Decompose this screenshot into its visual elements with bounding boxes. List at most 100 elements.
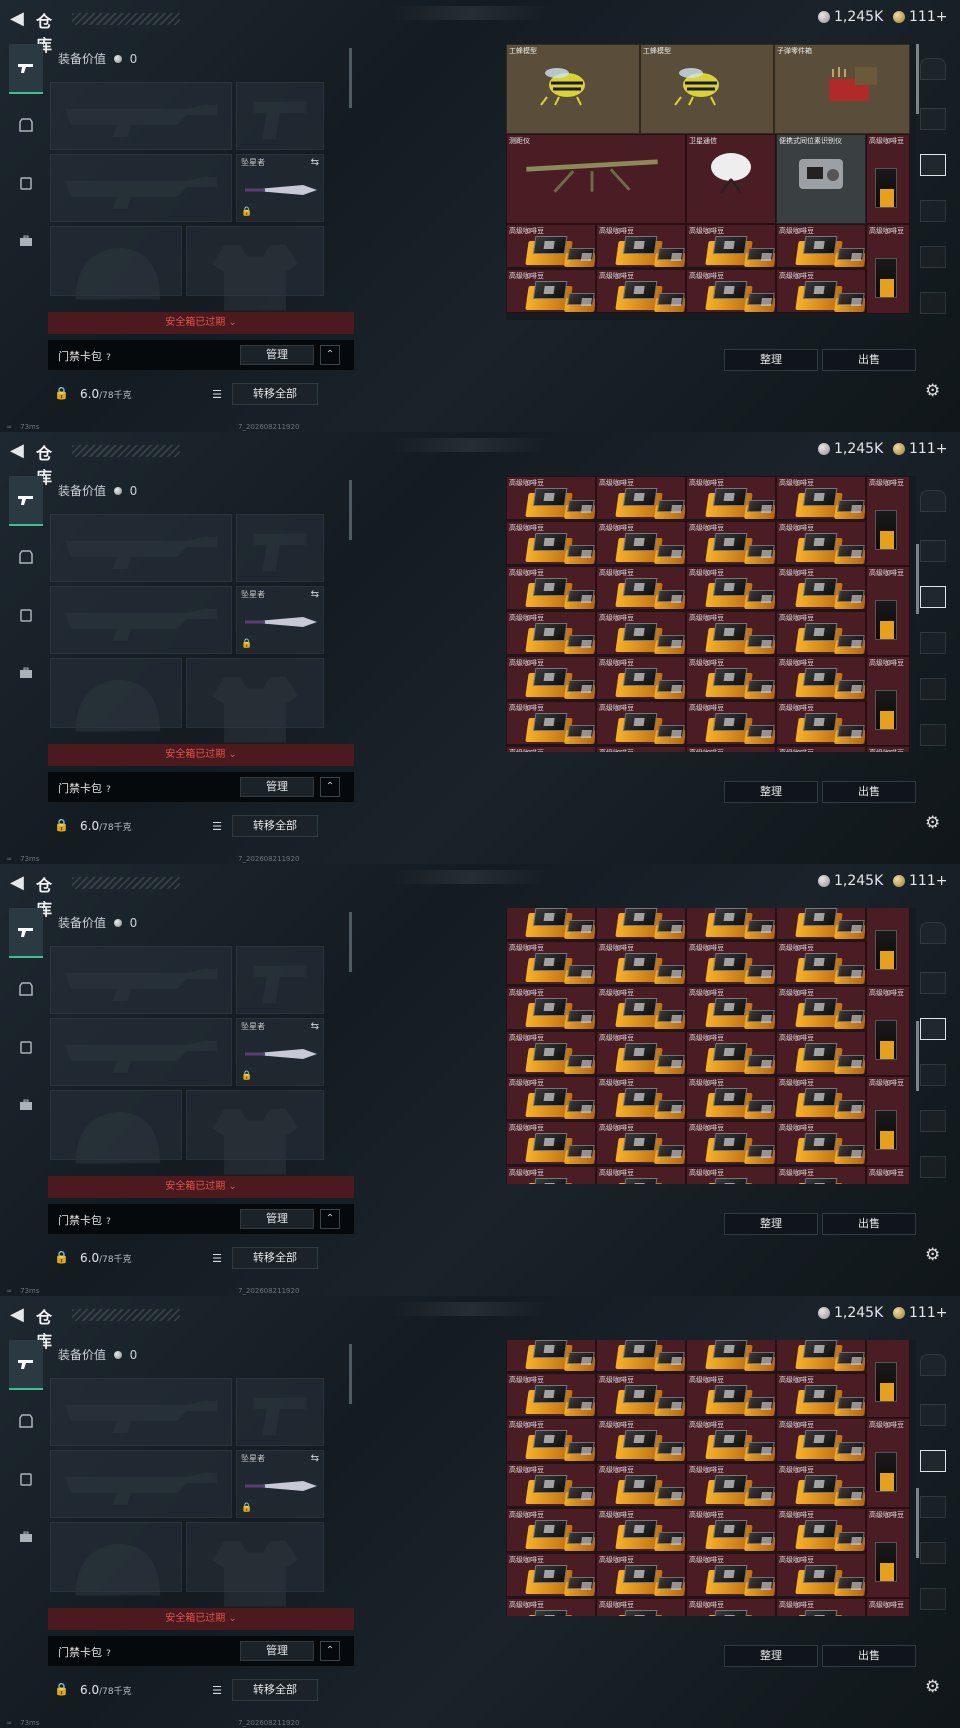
stash-item[interactable]: 高级咖啡豆 [686,611,776,655]
stash-item[interactable]: 高级咖啡豆 [686,908,776,940]
stash-item[interactable]: 高级咖啡豆 [866,566,910,656]
tab-weapons[interactable] [9,44,43,94]
stash-grid[interactable]: 高级咖啡豆 高级咖啡豆 高级咖啡豆 高级咖啡豆 高级咖啡豆 高级咖啡豆 高级咖啡豆 高级咖啡豆… [506,1340,916,1616]
stash-item[interactable]: 高级咖啡豆 [776,1031,866,1075]
stash-grid[interactable]: 高级咖啡豆 高级咖啡豆 高级咖啡豆 高级咖啡豆 高级咖啡豆 高级咖啡豆 高级咖啡豆 高级咖啡豆… [506,908,916,1184]
stash-tab-home[interactable] [920,58,946,80]
helmet-slot[interactable] [50,1522,182,1596]
chevron-up-icon[interactable]: ⌃ [320,1209,340,1229]
safebox-expired-banner[interactable]: 安全箱已过期 ⌄ [48,1608,354,1630]
stash-item[interactable]: 高级咖啡豆 [776,1508,866,1552]
stash-grid[interactable]: 高级咖啡豆 高级咖啡豆 高级咖啡豆 高级咖啡豆 高级咖啡豆 高级咖啡豆 高级咖啡豆 高级咖啡豆… [506,476,916,752]
manage-button[interactable]: 管理 [240,777,314,797]
stash-tab-4[interactable] [920,1064,946,1086]
stash-scrollbar[interactable] [916,1340,919,1616]
stash-tab-2[interactable] [920,1404,946,1426]
stash-item[interactable]: 高级咖啡豆 [686,224,776,268]
list-icon[interactable]: ☰ [208,818,226,836]
vest-slot[interactable] [186,226,324,311]
gold-currency[interactable]: 111+ [893,873,947,889]
transfer-all-button[interactable]: 转移全部 [232,383,318,405]
stash-item[interactable]: 高级咖啡豆 [776,1418,866,1462]
help-icon[interactable]: ? [106,353,111,363]
sell-button[interactable]: 出售 [822,1645,916,1667]
stash-item[interactable]: 高级咖啡豆 [596,1076,686,1120]
stash-tab-2[interactable] [920,540,946,562]
secondary-weapon-slot[interactable] [50,1450,232,1518]
stash-item[interactable]: 高级咖啡豆 [776,224,866,268]
stash-item[interactable]: 高级咖啡豆 [866,746,910,752]
gear-icon[interactable]: ⚙ [925,1245,940,1265]
melee-slot[interactable]: 坠星者 ⇆ 🔒 [236,586,324,654]
melee-slot[interactable]: 坠星者 ⇆ 🔒 [236,1018,324,1086]
stash-item[interactable]: 高级咖啡豆 [686,476,776,520]
stash-item[interactable]: 高级咖啡豆 [686,1418,776,1462]
sell-button[interactable]: 出售 [822,781,916,803]
stash-item[interactable]: 高级咖啡豆 [776,941,866,985]
stash-tab-4[interactable] [920,632,946,654]
stash-item[interactable]: 高级咖啡豆 [506,1373,596,1417]
stash-item[interactable]: 高级咖啡豆 [686,1553,776,1597]
tab-briefcase[interactable] [9,648,43,698]
stash-item[interactable]: 高级咖啡豆 [506,701,596,745]
gear-icon[interactable]: ⚙ [925,1677,940,1697]
stash-item[interactable]: 子弹零件箱 [774,44,910,134]
tab-weapons[interactable] [9,476,43,526]
tab-weapons[interactable] [9,908,43,958]
chevron-up-icon[interactable]: ⌃ [320,777,340,797]
stash-scroll-thumb[interactable] [916,1488,919,1558]
stash-item[interactable]: 高级咖啡豆 [866,1076,910,1166]
stash-item[interactable]: 高级咖啡豆 [596,1340,686,1372]
stash-item[interactable]: 高级咖啡豆 [686,1508,776,1552]
stash-item[interactable]: 高级咖啡豆 [596,566,686,610]
stash-item[interactable]: 高级咖啡豆 [776,656,866,700]
stash-item[interactable]: 高级咖啡豆 [506,746,596,752]
tab-briefcase[interactable] [9,1080,43,1130]
gold-currency[interactable]: 111+ [893,9,947,25]
stash-item[interactable]: 高级咖啡豆 [506,1121,596,1165]
vest-slot[interactable] [186,1522,324,1607]
stash-item[interactable]: 高级咖啡豆 [596,1031,686,1075]
helmet-slot[interactable] [50,1090,182,1164]
stash-item[interactable]: 高级咖啡豆 [506,941,596,985]
stash-item[interactable]: 高级咖啡豆 [866,1166,910,1184]
stash-item[interactable]: 高级咖啡豆 [506,269,596,313]
manage-button[interactable]: 管理 [240,1209,314,1229]
stash-item[interactable]: 高级咖啡豆 [596,1553,686,1597]
sort-button[interactable]: 整理 [724,1645,818,1667]
stash-tab-home[interactable] [920,1354,946,1376]
stash-item[interactable]: 高级咖啡豆 [596,941,686,985]
stash-item[interactable]: 高级咖啡豆 [506,986,596,1030]
tab-armor[interactable] [9,100,43,150]
stash-tab-3[interactable] [920,586,946,608]
tab-weapons[interactable] [9,1340,43,1390]
stash-item[interactable]: 高级咖啡豆 [686,566,776,610]
stash-item[interactable]: 高级咖啡豆 [506,476,596,520]
stash-scroll-thumb[interactable] [916,1021,919,1091]
list-icon[interactable]: ☰ [208,1250,226,1268]
stash-item[interactable]: 高级咖啡豆 [776,1340,866,1372]
stash-scrollbar[interactable] [916,476,919,752]
stash-item[interactable]: 高级咖啡豆 [776,269,866,313]
stash-item[interactable]: 高级咖啡豆 [596,908,686,940]
stash-item[interactable]: 高级咖啡豆 [506,521,596,565]
stash-item[interactable]: 高级咖啡豆 [686,1598,776,1616]
stash-item[interactable]: 高级咖啡豆 [686,269,776,313]
help-icon[interactable]: ? [106,785,111,795]
melee-slot[interactable]: 坠星者 ⇆ 🔒 [236,154,324,222]
stash-item[interactable]: 高级咖啡豆 [596,521,686,565]
stash-tab-3[interactable] [920,154,946,176]
sidearm-slot[interactable] [236,946,324,1014]
sort-button[interactable]: 整理 [724,1213,818,1235]
transfer-all-button[interactable]: 转移全部 [232,815,318,837]
stash-tab-5[interactable] [920,1542,946,1564]
stash-item[interactable]: 高级咖啡豆 [686,521,776,565]
stash-item[interactable]: 高级咖啡豆 [506,1340,596,1372]
primary-weapon-slot[interactable] [50,1378,232,1446]
sort-button[interactable]: 整理 [724,781,818,803]
stash-item[interactable]: 高级咖啡豆 [686,1031,776,1075]
stash-item[interactable]: 高级咖啡豆 [866,224,910,314]
equipment-scrollbar[interactable] [349,480,352,540]
stash-item[interactable]: 高级咖啡豆 [866,134,910,224]
stash-item[interactable]: 高级咖啡豆 [506,1418,596,1462]
